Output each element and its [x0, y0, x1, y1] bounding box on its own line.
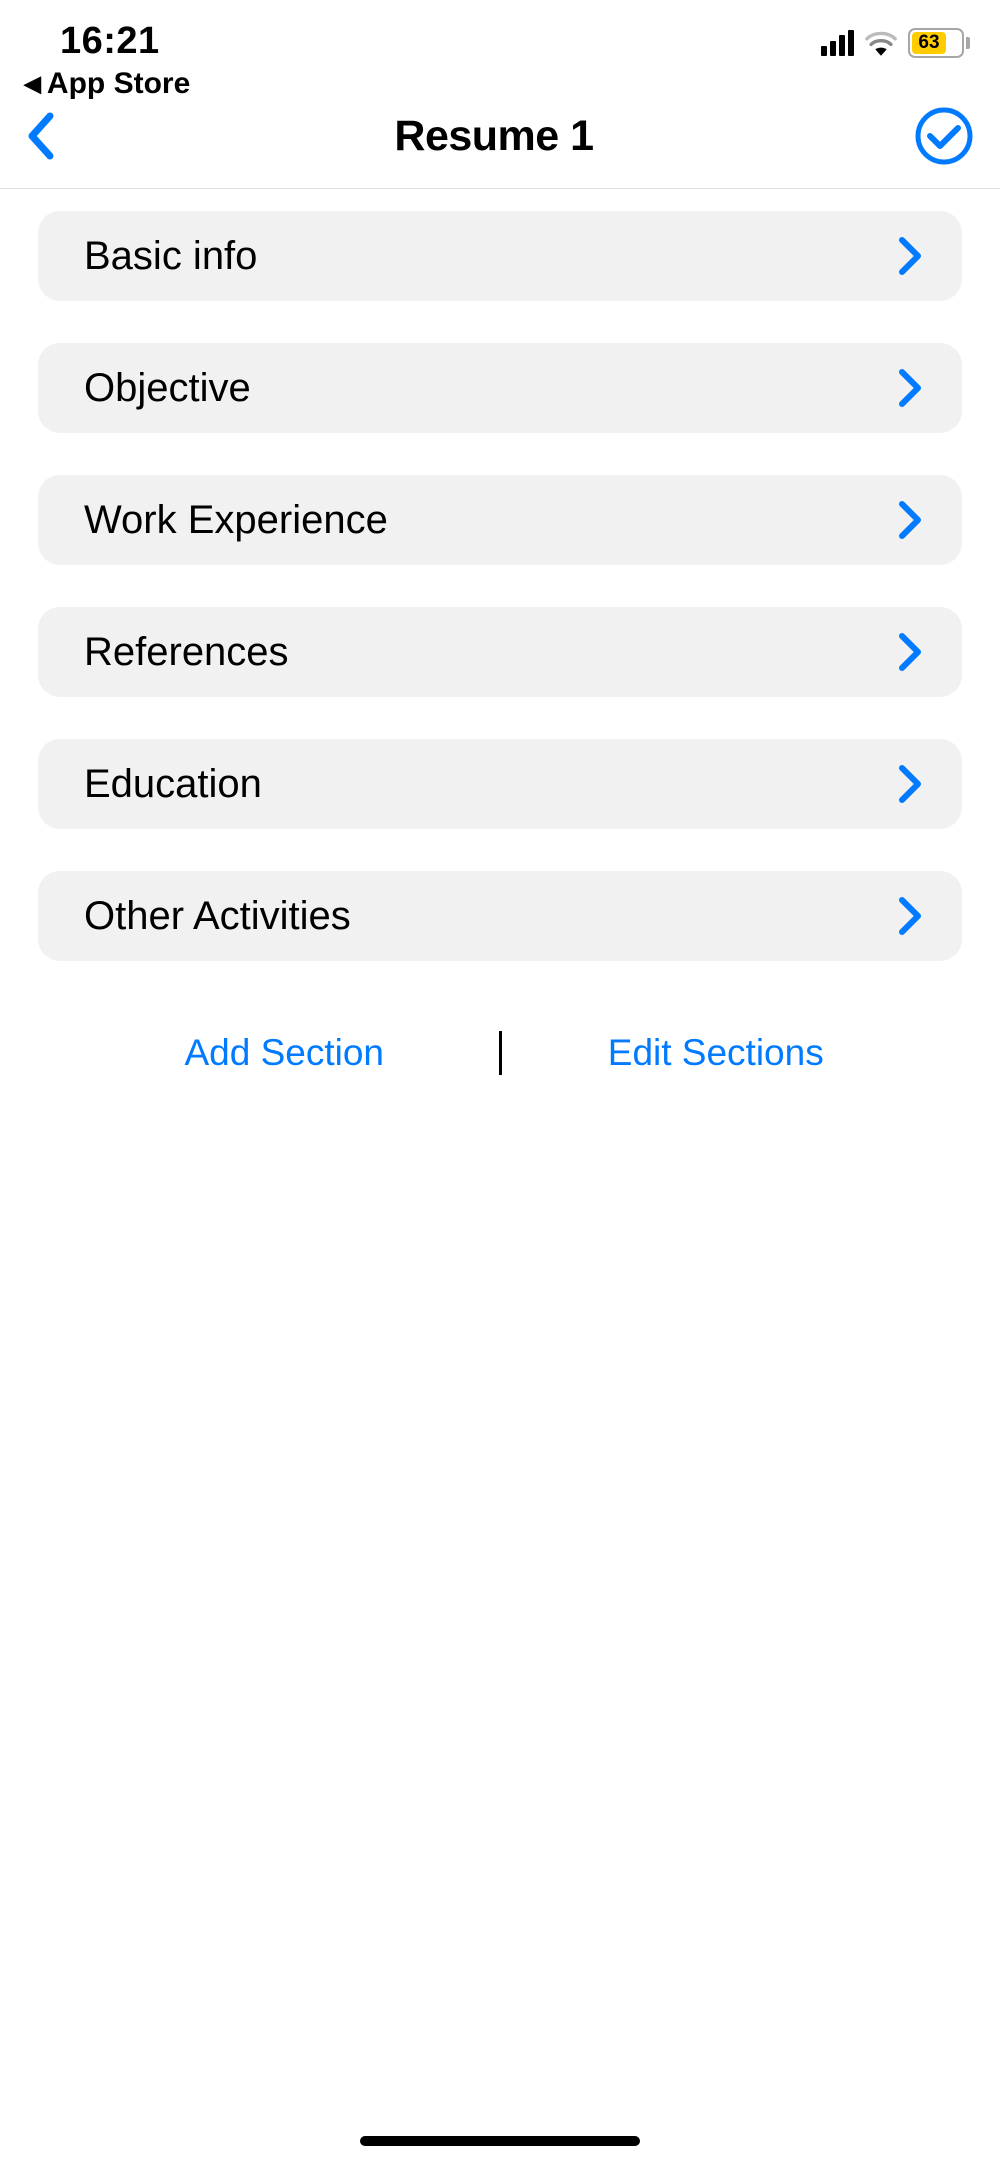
- section-item-objective[interactable]: Objective: [38, 343, 962, 433]
- home-indicator[interactable]: [360, 2136, 640, 2146]
- battery-indicator: 63: [908, 28, 970, 58]
- nav-bar: Resume 1: [0, 92, 1000, 189]
- status-right: 63: [821, 20, 970, 58]
- battery-level: 63: [912, 32, 946, 54]
- section-item-other-activities[interactable]: Other Activities: [38, 871, 962, 961]
- add-section-button[interactable]: Add Section: [78, 1032, 491, 1074]
- chevron-right-icon: [892, 898, 928, 934]
- cellular-signal-icon: [821, 30, 854, 56]
- chevron-right-icon: [892, 502, 928, 538]
- section-item-basic-info[interactable]: Basic info: [38, 211, 962, 301]
- section-item-education[interactable]: Education: [38, 739, 962, 829]
- chevron-right-icon: [892, 238, 928, 274]
- divider: [499, 1031, 502, 1075]
- chevron-left-icon: [26, 112, 56, 160]
- status-left: 16:21 ◀ App Store: [60, 20, 190, 101]
- section-item-references[interactable]: References: [38, 607, 962, 697]
- breadcrumb-label: App Store: [47, 67, 190, 101]
- chevron-right-icon: [892, 766, 928, 802]
- section-label: References: [84, 630, 289, 675]
- section-label: Work Experience: [84, 498, 388, 543]
- checkmark-circle-icon: [914, 106, 974, 166]
- section-label: Other Activities: [84, 894, 351, 939]
- page-title: Resume 1: [74, 112, 914, 161]
- section-actions: Add Section Edit Sections: [38, 1003, 962, 1075]
- chevron-right-icon: [892, 634, 928, 670]
- section-label: Basic info: [84, 234, 257, 279]
- breadcrumb-app-store[interactable]: ◀ App Store: [24, 67, 190, 101]
- edit-sections-button[interactable]: Edit Sections: [510, 1032, 923, 1074]
- section-label: Objective: [84, 366, 251, 411]
- status-time: 16:21: [60, 20, 190, 63]
- sections-list: Basic info Objective Work Experience Ref…: [0, 189, 1000, 1097]
- done-button[interactable]: [914, 106, 974, 166]
- status-bar: 16:21 ◀ App Store 63: [0, 0, 1000, 92]
- section-item-work-experience[interactable]: Work Experience: [38, 475, 962, 565]
- section-label: Education: [84, 762, 262, 807]
- back-button[interactable]: [26, 112, 74, 160]
- wifi-icon: [864, 30, 898, 56]
- chevron-right-icon: [892, 370, 928, 406]
- back-triangle-icon: ◀: [24, 71, 41, 97]
